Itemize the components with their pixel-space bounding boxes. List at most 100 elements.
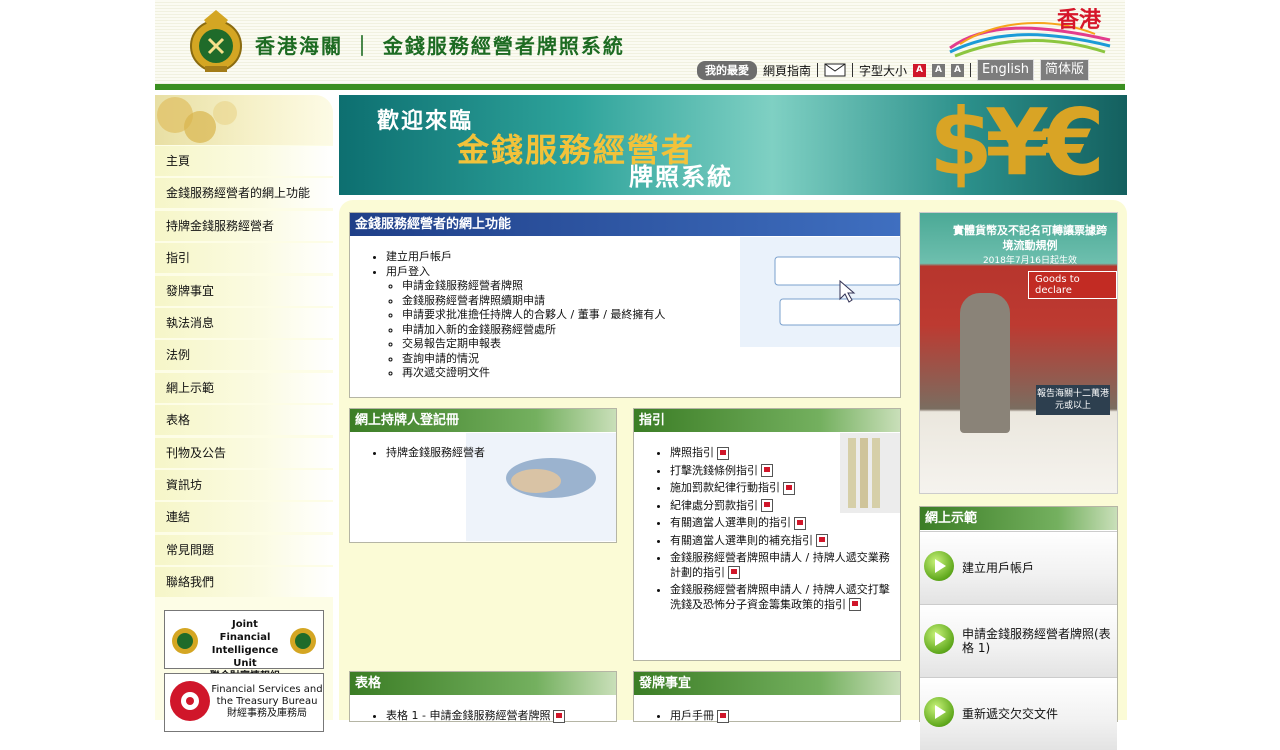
list-item[interactable]: 金錢服務經營者牌照續期申請 — [402, 294, 900, 309]
list-item[interactable]: 表格 1 - 申請金錢服務經營者牌照 — [386, 709, 616, 724]
fstb-logo-link[interactable]: Financial Services and the Treasury Bure… — [164, 673, 324, 732]
list-item[interactable]: 紀律處分罰款指引 — [670, 499, 900, 514]
separator — [852, 63, 854, 77]
pdf-icon — [816, 534, 828, 547]
list-item[interactable]: 申請金錢服務經營者牌照 — [402, 279, 900, 294]
nav-online-functions[interactable]: 金錢服務經營者的網上功能 — [155, 178, 333, 209]
utility-toolbar: 我的最愛 網頁指南 字型大小 A A A English 简体版 — [697, 59, 1089, 81]
online-functions-title: 金錢服務經營者的網上功能 — [350, 213, 900, 236]
online-register-title: 網上持牌人登記冊 — [350, 409, 616, 432]
separator — [817, 63, 819, 77]
pdf-icon — [761, 499, 773, 512]
promo-title: 實體貨幣及不記名可轉讓票據跨境流動規例 — [953, 224, 1107, 252]
guideline-link[interactable]: 紀律處分罰款指引 — [670, 499, 758, 512]
demo-label: 重新遞交欠交文件 — [962, 707, 1059, 721]
nav-enforcement-news[interactable]: 執法消息 — [155, 307, 333, 338]
list-item[interactable]: 交易報告定期申報表 — [402, 337, 900, 352]
font-size-large-button[interactable]: A — [951, 63, 965, 77]
hksar-bauhinia-icon — [170, 681, 210, 721]
nav-list: 主頁 金錢服務經營者的網上功能 持牌金錢服務經營者 指引 發牌事宜 執法消息 法… — [155, 146, 333, 599]
web-guide-link[interactable]: 網頁指南 — [763, 62, 811, 79]
form-1-link[interactable]: 表格 1 - 申請金錢服務經營者牌照 — [386, 709, 550, 722]
nav-legislation[interactable]: 法例 — [155, 340, 333, 371]
list-item[interactable]: 再次遞交證明文件 — [402, 366, 900, 381]
play-icon — [924, 551, 954, 581]
nav-contact-us[interactable]: 聯絡我們 — [155, 567, 333, 598]
list-item[interactable]: 查詢申請的情況 — [402, 352, 900, 367]
brand-hong-kong-text: 香港 — [1057, 8, 1102, 33]
jfiu-logo-link[interactable]: Joint Financial Intelligence Unit 聯合財富情報… — [164, 610, 324, 682]
nav-decoration-image — [155, 95, 333, 145]
licensing-panel: 發牌事宜 用戶手冊 — [633, 671, 901, 724]
fstb-line2: the Treasury Bureau — [216, 696, 318, 707]
english-button[interactable]: English — [977, 59, 1034, 81]
forms-panel: 表格 表格 1 - 申請金錢服務經營者牌照 — [349, 671, 617, 724]
online-functions-list: 建立用戶帳戶 用戶登入 申請金錢服務經營者牌照 金錢服務經營者牌照續期申請 申請… — [350, 250, 900, 381]
font-size-label: 字型大小 — [859, 63, 908, 78]
guideline-link[interactable]: 有關適當人選準則的指引 — [670, 516, 791, 529]
user-login-link[interactable]: 用戶登入 — [386, 265, 430, 278]
nav-publications[interactable]: 刊物及公告 — [155, 437, 333, 468]
nav-faq[interactable]: 常見問題 — [155, 534, 333, 565]
guideline-link[interactable]: 有關適當人選準則的補充指引 — [670, 534, 813, 547]
demo-label: 建立用戶帳戶 — [962, 561, 1035, 575]
list-item[interactable]: 建立用戶帳戶 — [386, 250, 900, 265]
separator — [970, 63, 972, 77]
guideline-link[interactable]: 牌照指引 — [670, 446, 714, 459]
jfiu-line2: Intelligence Unit — [211, 645, 279, 669]
mail-icon[interactable] — [824, 63, 846, 77]
nav-licensed-operators[interactable]: 持牌金錢服務經營者 — [155, 210, 333, 241]
demo-apply-licence[interactable]: 申請金錢服務經營者牌照(表格 1) — [920, 604, 1117, 677]
list-item[interactable]: 有關適當人選準則的指引 — [670, 516, 900, 531]
demo-resubmit-documents[interactable]: 重新遞交欠交文件 — [920, 677, 1117, 750]
font-size-medium-button[interactable]: A — [932, 63, 946, 77]
list-item[interactable]: 金錢服務經營者牌照申請人 / 持牌人遞交打擊洗錢及恐怖分子資金籌集政策的指引 — [670, 583, 900, 612]
site-title: 香港海關 ｜ 金錢服務經營者牌照系統 — [255, 34, 625, 58]
list-item[interactable]: 用戶手冊 — [670, 709, 900, 724]
list-item[interactable]: 打擊洗錢條例指引 — [670, 464, 900, 479]
guideline-link[interactable]: 打擊洗錢條例指引 — [670, 464, 758, 477]
nav-home[interactable]: 主頁 — [155, 146, 333, 176]
header: 香港海關 ｜ 金錢服務經營者牌照系統 香港 我的最愛 網頁指南 字型大小 A A… — [155, 0, 1125, 84]
page: 香港海關 ｜ 金錢服務經營者牌照系統 香港 我的最愛 網頁指南 字型大小 A A… — [155, 0, 1127, 750]
list-item[interactable]: 有關適當人選準則的補充指引 — [670, 534, 900, 549]
fstb-text: Financial Services and the Treasury Bure… — [211, 684, 323, 720]
nav-forms[interactable]: 表格 — [155, 405, 333, 436]
currency-symbols-graphic: $¥€£ — [929, 95, 1105, 195]
guideline-link[interactable]: 金錢服務經營者牌照申請人 / 持牌人遞交業務計劃的指引 — [670, 551, 890, 579]
fstb-line3: 財經事務及庫務局 — [227, 708, 307, 719]
promo-sign: Goods to declare — [1028, 271, 1117, 299]
simplified-chinese-button[interactable]: 简体版 — [1039, 59, 1089, 81]
forms-title: 表格 — [350, 672, 616, 695]
pdf-icon — [717, 446, 729, 460]
list-item[interactable]: 牌照指引 — [670, 446, 900, 461]
pdf-icon — [849, 598, 861, 611]
list-item[interactable]: 申請加入新的金錢服務經營處所 — [402, 323, 900, 338]
login-sublist: 申請金錢服務經營者牌照 金錢服務經營者牌照續期申請 申請要求批准擔任持牌人的合夥… — [386, 279, 900, 381]
guideline-link[interactable]: 施加罰款紀律行動指引 — [670, 481, 780, 494]
coin-decoration-icon — [157, 97, 237, 143]
list-item[interactable]: 金錢服務經營者牌照申請人 / 持牌人遞交業務計劃的指引 — [670, 551, 900, 580]
list-item[interactable]: 施加罰款紀律行動指引 — [670, 481, 900, 496]
pdf-icon — [794, 516, 806, 530]
demo-create-account[interactable]: 建立用戶帳戶 — [920, 531, 1117, 604]
font-size-small-button[interactable]: A — [913, 63, 927, 77]
nav-online-demo[interactable]: 網上示範 — [155, 372, 333, 403]
list-item[interactable]: 申請要求批准擔任持牌人的合夥人 / 董事 / 最終擁有人 — [402, 308, 900, 323]
nav-licensing-matters[interactable]: 發牌事宜 — [155, 275, 333, 306]
customs-emblem-icon — [190, 10, 242, 72]
guidelines-list: 牌照指引 打擊洗錢條例指引 施加罰款紀律行動指引 紀律處分罰款指引 有關適當人選… — [634, 446, 900, 612]
guidelines-title: 指引 — [634, 409, 900, 432]
create-account-link[interactable]: 建立用戶帳戶 — [386, 250, 452, 263]
cross-border-promo-poster[interactable]: 實體貨幣及不記名可轉讓票據跨境流動規例 2018年7月16日起生效 Goods … — [919, 212, 1118, 494]
nav-guidelines[interactable]: 指引 — [155, 243, 333, 274]
licensed-operators-link[interactable]: 持牌金錢服務經營者 — [386, 446, 616, 461]
favourites-button[interactable]: 我的最愛 — [697, 60, 757, 80]
list-item[interactable]: 用戶登入 申請金錢服務經營者牌照 金錢服務經營者牌照續期申請 申請要求批准擔任持… — [386, 265, 900, 381]
nav-info-corner[interactable]: 資訊坊 — [155, 469, 333, 500]
nav-links[interactable]: 連結 — [155, 502, 333, 533]
pdf-icon — [553, 709, 566, 723]
pdf-icon — [728, 566, 740, 579]
promo-notice: 報告海關十二萬港元或以上 — [1036, 385, 1110, 415]
user-manual-link[interactable]: 用戶手冊 — [670, 709, 714, 722]
